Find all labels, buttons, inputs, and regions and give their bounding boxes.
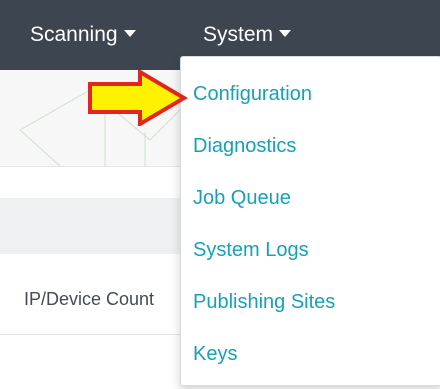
nav-system-dropdown[interactable]: System bbox=[203, 20, 292, 50]
menu-item-keys[interactable]: Keys bbox=[193, 343, 237, 366]
caret-down-icon bbox=[123, 30, 136, 38]
menu-item-configuration[interactable]: Configuration bbox=[193, 83, 312, 106]
menu-item-job-queue[interactable]: Job Queue bbox=[193, 187, 291, 210]
pointer-arrow-icon bbox=[88, 70, 188, 126]
menu-item-diagnostics[interactable]: Diagnostics bbox=[193, 135, 296, 158]
nav-scanning-label: Scanning bbox=[30, 23, 118, 46]
nav-system-label: System bbox=[203, 23, 274, 46]
caret-down-icon bbox=[279, 30, 292, 38]
menu-item-publishing-sites[interactable]: Publishing Sites bbox=[193, 291, 335, 314]
background-table-header bbox=[0, 198, 180, 254]
system-dropdown-menu: Configuration Diagnostics Job Queue Syst… bbox=[180, 56, 440, 386]
ip-device-count-label: IP/Device Count bbox=[24, 289, 155, 309]
menu-item-system-logs[interactable]: System Logs bbox=[193, 239, 309, 262]
nav-scanning-dropdown[interactable]: Scanning bbox=[30, 20, 136, 50]
background-strip bbox=[0, 166, 180, 199]
